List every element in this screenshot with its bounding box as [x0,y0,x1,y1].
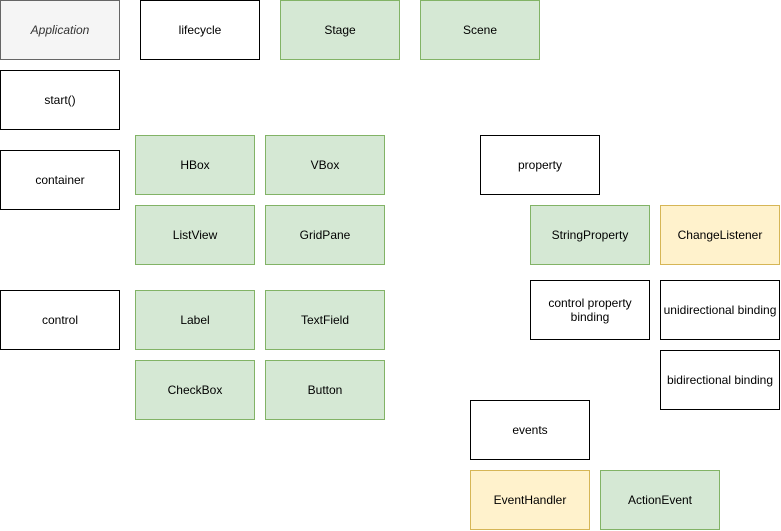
gridpane-label: GridPane [299,228,351,242]
textfield-label: TextField [300,313,350,327]
container-label: container [35,173,85,187]
event-handler-node: EventHandler [470,470,590,530]
action-event-label: ActionEvent [627,493,693,507]
unidirectional-binding-label: unidirectional binding [663,303,777,317]
lifecycle-node: lifecycle [140,0,260,60]
property-node: property [480,135,600,195]
change-listener-node: ChangeListener [660,205,780,265]
bidirectional-binding-node: bidirectional binding [660,350,780,410]
application-node: Application [0,0,120,60]
bidirectional-binding-label: bidirectional binding [666,373,774,387]
application-label: Application [30,23,90,37]
change-listener-label: ChangeListener [677,228,763,242]
action-event-node: ActionEvent [600,470,720,530]
stage-node: Stage [280,0,400,60]
lifecycle-label: lifecycle [178,23,222,37]
events-node: events [470,400,590,460]
label-label: Label [180,313,210,327]
stage-label: Stage [324,23,356,37]
string-property-label: StringProperty [551,228,629,242]
control-property-binding-node: control property binding [530,280,650,340]
control-property-binding-label: control property binding [548,296,632,324]
start-node: start() [0,70,120,130]
hbox-label: HBox [180,158,210,172]
listview-label: ListView [172,228,218,242]
string-property-node: StringProperty [530,205,650,265]
textfield-node: TextField [265,290,385,350]
listview-node: ListView [135,205,255,265]
button-node: Button [265,360,385,420]
hbox-node: HBox [135,135,255,195]
vbox-node: VBox [265,135,385,195]
property-label: property [517,158,563,172]
vbox-label: VBox [310,158,340,172]
checkbox-label: CheckBox [167,383,223,397]
scene-label: Scene [462,23,498,37]
scene-node: Scene [420,0,540,60]
start-label: start() [44,93,76,107]
event-handler-label: EventHandler [493,493,567,507]
unidirectional-binding-node: unidirectional binding [660,280,780,340]
label-node: Label [135,290,255,350]
control-node: control [0,290,120,350]
container-node: container [0,150,120,210]
button-label: Button [307,383,343,397]
events-label: events [512,423,548,437]
gridpane-node: GridPane [265,205,385,265]
control-label: control [41,313,79,327]
checkbox-node: CheckBox [135,360,255,420]
